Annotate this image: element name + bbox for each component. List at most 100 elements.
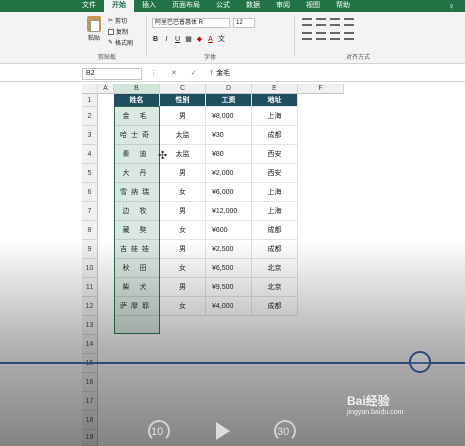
tab-page-layout[interactable]: 页面布局 [164,0,208,12]
indent-icon[interactable] [344,32,354,40]
tab-view[interactable]: 视图 [298,0,328,12]
table-cell-address[interactable]: 成都 [252,221,298,240]
table-cell-gender[interactable]: 男 [160,164,206,183]
font-family-select[interactable]: 阿里巴巴普惠体 R [152,18,230,28]
table-cell-gender[interactable]: 女 [160,297,206,316]
fill-color-icon[interactable]: ◆ [196,35,203,43]
row-header[interactable]: 10 [82,259,98,278]
align-top-icon[interactable] [302,18,312,26]
lightbulb-icon[interactable]: ♀ [448,1,455,11]
table-cell-address[interactable]: 西安 [252,145,298,164]
column-header-b[interactable]: B [114,84,160,94]
name-box[interactable]: B2 [82,68,142,80]
align-middle-icon[interactable] [316,18,326,26]
tab-home[interactable]: 开始 [104,0,134,12]
tab-data[interactable]: 数据 [238,0,268,12]
font-size-select[interactable]: 12 [233,18,255,28]
table-cell-name[interactable]: 秋 田 [114,259,160,278]
table-cell-gender[interactable]: 女 [160,259,206,278]
row-header[interactable]: 6 [82,183,98,202]
tab-insert[interactable]: 插入 [134,0,164,12]
table-cell-name[interactable]: 哈士奇 [114,126,160,145]
underline-button[interactable]: U [174,36,181,43]
row-header[interactable]: 1 [82,94,98,107]
table-cell-salary[interactable]: ¥6,000 [206,183,252,202]
row-header[interactable]: 3 [82,126,98,145]
format-painter-button[interactable]: ✎ 格式刷 [108,38,133,47]
row-header[interactable]: 7 [82,202,98,221]
table-cell-gender[interactable]: 女 [160,183,206,202]
table-cell-name[interactable]: 金 毛 [114,107,160,126]
table-cell-salary[interactable]: ¥4,000 [206,297,252,316]
tab-help[interactable]: 帮助 [328,0,358,12]
table-cell-salary[interactable]: ¥30 [206,126,252,145]
row-header[interactable]: 4 [82,145,98,164]
table-cell-name[interactable]: 吉娃娃 [114,240,160,259]
table-cell-address[interactable]: 上海 [252,202,298,221]
table-cell-address[interactable]: 成都 [252,126,298,145]
align-left-icon[interactable] [302,32,312,40]
table-cell-name[interactable]: 藏 獒 [114,221,160,240]
cut-button[interactable]: ✂ 剪切 [108,16,127,25]
row-header[interactable]: 11 [82,278,98,297]
table-cell-address[interactable]: 西安 [252,164,298,183]
table-cell-name[interactable]: 柴 犬 [114,278,160,297]
table-cell-gender[interactable]: 男 [160,107,206,126]
select-all-corner[interactable] [82,84,98,94]
row-header[interactable]: 19 [82,430,98,446]
row-header[interactable]: 9 [82,240,98,259]
table-header-gender[interactable]: 性别 [160,94,206,107]
table-cell-salary[interactable]: ¥12,000 [206,202,252,221]
column-header-a[interactable]: A [98,84,114,94]
font-color-button[interactable]: A [207,36,214,43]
table-cell-name[interactable]: 雪纳瑞 [114,183,160,202]
border-icon[interactable]: ▦ [185,35,192,43]
column-header-e[interactable]: E [252,84,298,94]
table-cell-address[interactable]: 上海 [252,107,298,126]
orientation-icon[interactable] [344,18,354,26]
table-header-address[interactable]: 地址 [252,94,298,107]
align-bottom-icon[interactable] [330,18,340,26]
column-header-c[interactable]: C [160,84,206,94]
tab-review[interactable]: 审阅 [268,0,298,12]
table-cell-salary[interactable]: ¥6,500 [206,259,252,278]
table-cell-name[interactable]: 大 丹 [114,164,160,183]
table-cell-salary[interactable]: ¥8,000 [206,107,252,126]
row-header[interactable]: 12 [82,297,98,316]
video-scrubber-handle[interactable] [409,351,431,373]
row-header[interactable]: 14 [82,335,98,354]
formula-input[interactable]: 金毛 [216,68,230,80]
table-cell-gender[interactable]: 男 [160,278,206,297]
table-header-salary[interactable]: 工资 [206,94,252,107]
paste-button[interactable]: 粘贴 [84,16,104,42]
table-cell-gender[interactable]: 女 [160,221,206,240]
table-cell-address[interactable]: 成都 [252,297,298,316]
row-header[interactable]: 8 [82,221,98,240]
table-cell-salary[interactable]: ¥2,500 [206,240,252,259]
italic-button[interactable]: I [163,36,170,43]
table-cell-address[interactable]: 上海 [252,183,298,202]
row-header[interactable]: 17 [82,392,98,411]
phonetic-icon[interactable]: 文 [218,34,225,44]
bold-button[interactable]: B [152,36,159,43]
tab-formulas[interactable]: 公式 [208,0,238,12]
table-cell-salary[interactable]: ¥9,500 [206,278,252,297]
row-header[interactable]: 2 [82,107,98,126]
table-cell-gender[interactable]: 男 [160,202,206,221]
row-header[interactable]: 13 [82,316,98,335]
table-cell-salary[interactable]: ¥600 [206,221,252,240]
row-header[interactable]: 18 [82,411,98,430]
row-header[interactable]: 5 [82,164,98,183]
table-cell-name[interactable]: 萨摩耶 [114,297,160,316]
table-header-name[interactable]: 姓名 [114,94,160,107]
copy-button[interactable]: 复制 [108,27,128,36]
table-cell-address[interactable]: 北京 [252,259,298,278]
table-cell-name[interactable]: 边 牧 [114,202,160,221]
table-cell-gender[interactable]: 男 [160,240,206,259]
table-cell-address[interactable]: 成都 [252,240,298,259]
row-header[interactable]: 16 [82,373,98,392]
table-cell-salary[interactable]: ¥2,000 [206,164,252,183]
table-cell-salary[interactable]: ¥80 [206,145,252,164]
video-progress-bar[interactable] [0,362,465,364]
column-header-f[interactable]: F [298,84,344,94]
